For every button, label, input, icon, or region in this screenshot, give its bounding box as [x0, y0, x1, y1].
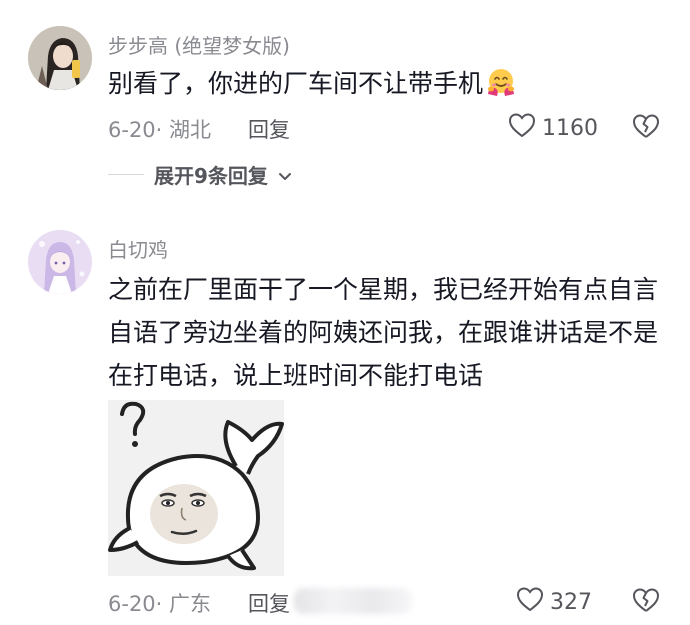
reply-button[interactable]: 回复: [248, 588, 290, 618]
heart-icon: [508, 112, 536, 144]
like-button[interactable]: 1160: [508, 112, 598, 144]
watermark-blur: [294, 588, 412, 614]
username[interactable]: 步步高 (绝望梦女版): [108, 30, 290, 59]
avatar[interactable]: [28, 26, 92, 90]
date-location: 6-20· 湖北: [108, 118, 212, 142]
like-count: 327: [550, 589, 592, 615]
comment-text-content: 别看了，你进的厂车间不让带手机: [108, 69, 484, 98]
chevron-down-icon: [278, 163, 292, 187]
confused-whale-meme-sticker[interactable]: [108, 400, 284, 576]
expand-replies-button[interactable]: 展开9条回复: [108, 160, 292, 189]
comment-text: 别看了，你进的厂车间不让带手机: [108, 62, 668, 105]
broken-heart-icon[interactable]: [632, 586, 660, 614]
hugging-face-icon: [485, 66, 517, 98]
date-location: 6-20· 广东: [108, 592, 212, 616]
expand-replies-label: 展开9条回复: [154, 164, 268, 188]
username[interactable]: 白切鸡: [108, 234, 168, 263]
broken-heart-icon[interactable]: [632, 112, 660, 140]
comment-text: 之前在厂里面干了一个星期，我已经开始有点自言自语了旁边坐着的阿姨还问我，在跟谁讲…: [108, 275, 659, 390]
reply-button[interactable]: 回复: [248, 114, 290, 144]
like-count: 1160: [542, 115, 598, 141]
avatar[interactable]: [28, 230, 92, 294]
heart-icon: [516, 586, 544, 618]
like-button[interactable]: 327: [516, 586, 592, 618]
divider: [108, 174, 144, 175]
